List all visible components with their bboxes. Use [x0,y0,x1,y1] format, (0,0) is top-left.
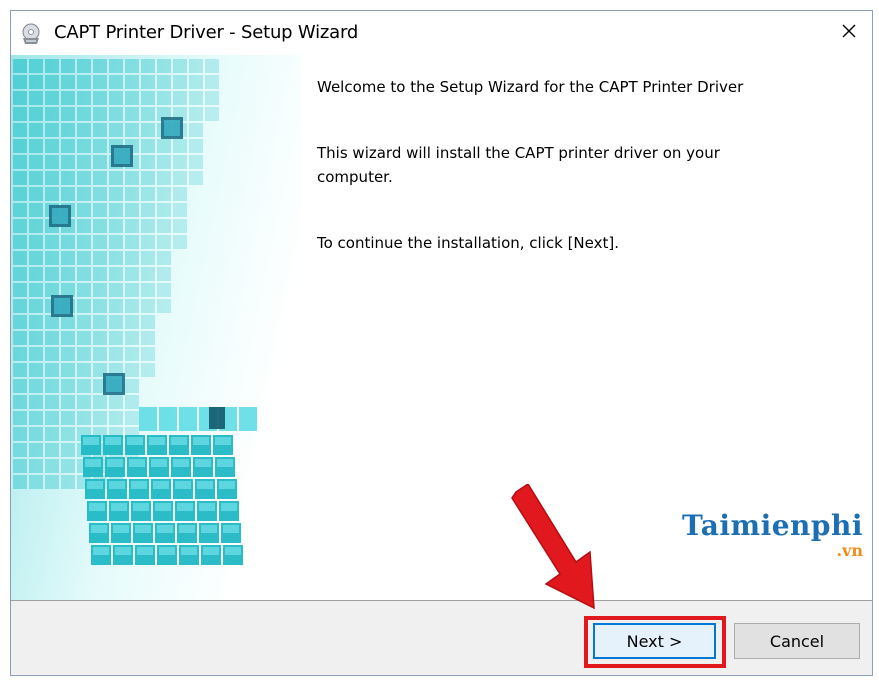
wizard-banner-image [11,55,301,600]
cancel-button[interactable]: Cancel [734,623,860,659]
wizard-description: This wizard will install the CAPT printe… [317,144,720,186]
taimienphi-watermark: Taimienphi .vn [663,509,864,560]
watermark-main: Taimienphi [682,509,863,542]
close-icon [841,23,857,43]
title-bar: CAPT Printer Driver - Setup Wizard [11,11,872,55]
next-button-highlight [584,616,726,668]
button-bar: Next > Cancel [11,600,872,675]
welcome-heading: Welcome to the Setup Wizard for the CAPT… [317,78,744,96]
watermark-sub: .vn [836,541,864,560]
wizard-content: Welcome to the Setup Wizard for the CAPT… [317,75,787,297]
continue-instruction: To continue the installation, click [Nex… [317,234,619,252]
printer-disc-icon [19,22,43,46]
window-title: CAPT Printer Driver - Setup Wizard [54,22,359,43]
red-arrow-annotation [498,482,608,614]
setup-wizard-window: CAPT Printer Driver - Setup Wizard Welco… [10,10,873,676]
close-button[interactable] [826,11,872,55]
